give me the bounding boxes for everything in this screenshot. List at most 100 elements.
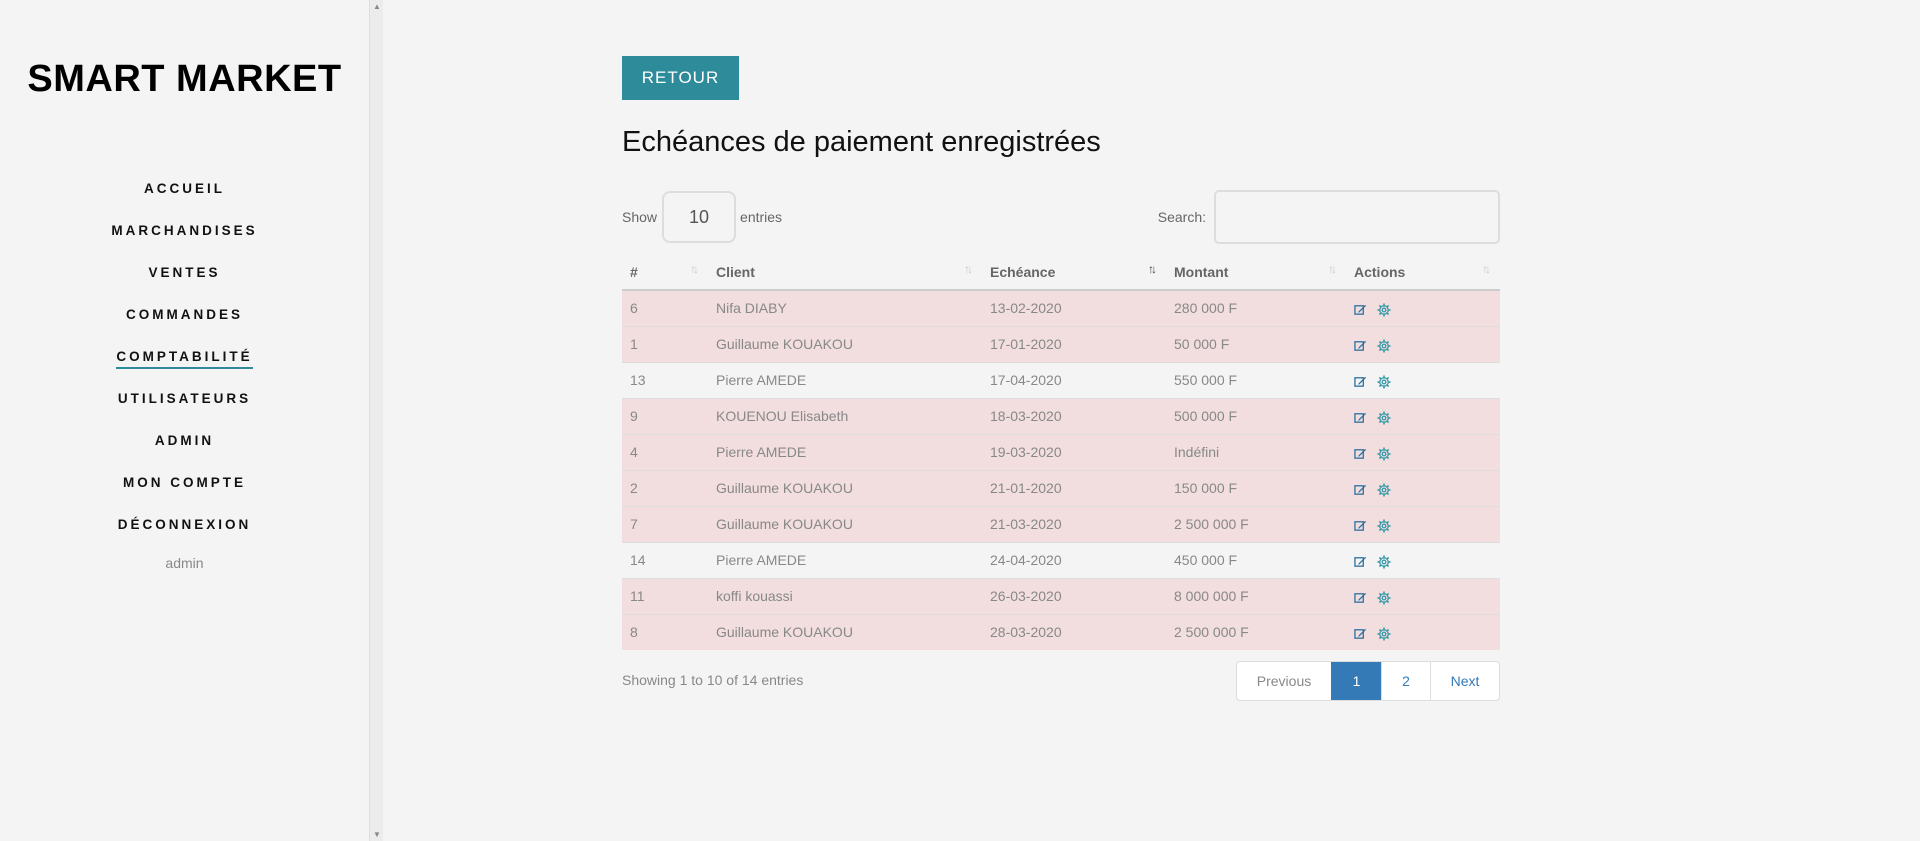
settings-gear-icon[interactable] (1377, 411, 1391, 425)
nav-link-admin[interactable]: ADMIN (155, 429, 214, 451)
payment-schedule-table: # ↑↓ Client ↑↓ Echéance ↑↓ Montant ↑↓ Actions ↑↓ … (622, 254, 1500, 650)
table-row: 4 Pierre AMEDE 19-03-2020 Indéfini (622, 433, 1500, 470)
settings-gear-icon[interactable] (1377, 447, 1391, 461)
column-header-label: Echéance (990, 263, 1056, 280)
nav-link-deconnexion[interactable]: DÉCONNEXION (118, 513, 252, 535)
nav-link-utilisateurs[interactable]: UTILISATEURS (118, 387, 251, 409)
cell-actions (1346, 541, 1500, 578)
edit-icon[interactable] (1354, 555, 1367, 568)
cell-id: 8 (622, 613, 708, 650)
page-title: Echéances de paiement enregistrées (622, 126, 1101, 158)
nav-link-accueil[interactable]: ACCUEIL (144, 177, 225, 199)
search-control: Search: (1158, 190, 1500, 244)
nav-link-commandes[interactable]: COMMANDES (126, 303, 243, 325)
page-1-button[interactable]: 1 (1331, 662, 1381, 700)
cell-due-date: 26-03-2020 (982, 577, 1166, 614)
table-header-row: # ↑↓ Client ↑↓ Echéance ↑↓ Montant ↑↓ Actions ↑↓ (622, 254, 1500, 291)
edit-icon[interactable] (1354, 411, 1367, 424)
cell-amount: 280 000 F (1166, 289, 1346, 326)
cell-client: Guillaume KOUAKOU (708, 325, 982, 362)
entries-select[interactable]: 10 (662, 191, 737, 243)
cell-actions (1346, 469, 1500, 506)
settings-gear-icon[interactable] (1377, 339, 1391, 353)
column-header-actions[interactable]: Actions ↑↓ (1346, 254, 1500, 291)
next-page-button[interactable]: Next (1430, 662, 1499, 700)
cell-due-date: 13-02-2020 (982, 289, 1166, 326)
cell-actions (1346, 361, 1500, 398)
cell-actions (1346, 289, 1500, 326)
cell-amount: 8 000 000 F (1166, 577, 1346, 614)
cell-client: Nifa DIABY (708, 289, 982, 326)
cell-id: 14 (622, 541, 708, 578)
edit-icon[interactable] (1354, 447, 1367, 460)
nav-link-ventes[interactable]: VENTES (148, 261, 220, 283)
edit-icon[interactable] (1354, 483, 1367, 496)
settings-gear-icon[interactable] (1377, 483, 1391, 497)
settings-gear-icon[interactable] (1377, 555, 1391, 569)
sidebar-scrollbar[interactable]: ▲ ▼ (369, 0, 383, 841)
nav-link-marchandises[interactable]: MARCHANDISES (111, 219, 257, 241)
settings-gear-icon[interactable] (1377, 591, 1391, 605)
table-row: 7 Guillaume KOUAKOU 21-03-2020 2 500 000 F (622, 505, 1500, 542)
settings-gear-icon[interactable] (1377, 375, 1391, 389)
nav-link-mon-compte[interactable]: MON COMPTE (123, 471, 246, 493)
nav-item-commandes: COMMANDES (0, 303, 369, 345)
main-nav: ACCUEIL MARCHANDISES VENTES COMMANDES COMPTA… (0, 177, 369, 597)
scroll-down-icon[interactable]: ▼ (373, 830, 381, 839)
edit-icon[interactable] (1354, 519, 1367, 532)
sort-icon: ↑↓ (1482, 262, 1491, 276)
page-2-button[interactable]: 2 (1381, 662, 1430, 700)
edit-icon[interactable] (1354, 375, 1367, 388)
sort-icon: ↑↓ (964, 262, 973, 276)
cell-client: KOUENOU Elisabeth (708, 397, 982, 434)
column-header-client[interactable]: Client ↑↓ (708, 254, 982, 291)
table-row: 14 Pierre AMEDE 24-04-2020 450 000 F (622, 541, 1500, 578)
table-row: 1 Guillaume KOUAKOU 17-01-2020 50 000 F (622, 325, 1500, 362)
nav-item-deconnexion: DÉCONNEXION (0, 513, 369, 555)
nav-user: admin (0, 555, 369, 597)
cell-actions (1346, 397, 1500, 434)
nav-item-marchandises: MARCHANDISES (0, 219, 369, 261)
column-header-echeance[interactable]: Echéance ↑↓ (982, 254, 1166, 291)
edit-icon[interactable] (1354, 627, 1367, 640)
show-label: Show (622, 209, 658, 225)
brand-logo: SMART MARKET (27, 58, 342, 100)
previous-page-button[interactable]: Previous (1237, 662, 1331, 700)
edit-icon[interactable] (1354, 303, 1367, 316)
entries-length-control: Show 10 entries (622, 191, 782, 243)
nav-link-comptabilite[interactable]: COMPTABILITÉ (116, 345, 253, 369)
settings-gear-icon[interactable] (1377, 519, 1391, 533)
cell-due-date: 28-03-2020 (982, 613, 1166, 650)
table-row: 11 koffi kouassi 26-03-2020 8 000 000 F (622, 577, 1500, 614)
cell-due-date: 17-04-2020 (982, 361, 1166, 398)
table-row: 8 Guillaume KOUAKOU 28-03-2020 2 500 000 F (622, 613, 1500, 650)
username-label: admin (165, 555, 204, 571)
scroll-up-icon[interactable]: ▲ (373, 2, 381, 11)
cell-client: Guillaume KOUAKOU (708, 469, 982, 506)
cell-id: 6 (622, 289, 708, 326)
edit-icon[interactable] (1354, 339, 1367, 352)
cell-client: Pierre AMEDE (708, 433, 982, 470)
search-input[interactable] (1214, 190, 1500, 244)
back-button[interactable]: RETOUR (622, 56, 739, 100)
cell-amount: Indéfini (1166, 433, 1346, 470)
cell-due-date: 17-01-2020 (982, 325, 1166, 362)
cell-id: 2 (622, 469, 708, 506)
edit-icon[interactable] (1354, 591, 1367, 604)
settings-gear-icon[interactable] (1377, 627, 1391, 641)
cell-actions (1346, 433, 1500, 470)
cell-amount: 500 000 F (1166, 397, 1346, 434)
column-header-number[interactable]: # ↑↓ (622, 254, 708, 291)
cell-amount: 450 000 F (1166, 541, 1346, 578)
cell-amount: 150 000 F (1166, 469, 1346, 506)
settings-gear-icon[interactable] (1377, 303, 1391, 317)
cell-client: Guillaume KOUAKOU (708, 505, 982, 542)
column-header-label: Actions (1354, 263, 1406, 280)
nav-item-mon-compte: MON COMPTE (0, 471, 369, 513)
table-row: 9 KOUENOU Elisabeth 18-03-2020 500 000 F (622, 397, 1500, 434)
cell-id: 11 (622, 577, 708, 614)
search-label: Search: (1157, 209, 1206, 225)
nav-item-accueil: ACCUEIL (0, 177, 369, 219)
column-header-montant[interactable]: Montant ↑↓ (1166, 254, 1346, 291)
pagination: Previous 1 2 Next (1236, 661, 1500, 701)
